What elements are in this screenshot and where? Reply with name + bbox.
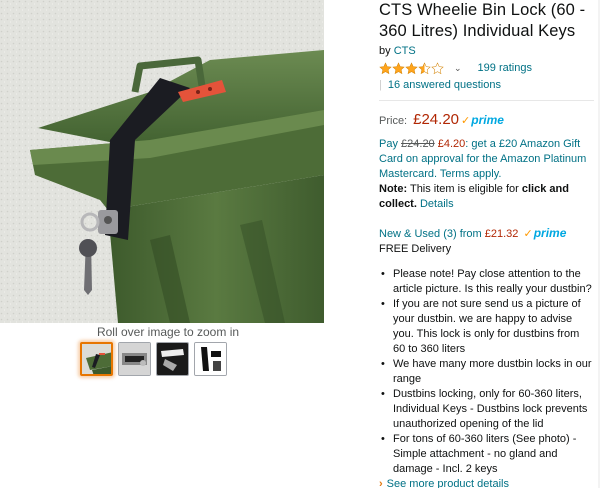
product-title: CTS Wheelie Bin Lock (60 - 360 Litres) I… <box>379 1 586 40</box>
promo-old-price: £24.20 <box>401 138 435 150</box>
by-label: by <box>379 45 391 57</box>
star-full-icon <box>379 61 392 74</box>
new-used-offer: New & Used (3) from £21.32 ✓ prime FREE D… <box>379 226 594 257</box>
star-full-icon <box>392 61 405 74</box>
product-info-panel: CTS Wheelie Bin Lock (60 - 360 Litres) I… <box>379 0 594 488</box>
answered-questions-link[interactable]: 16 answered questions <box>388 79 501 91</box>
star-half-icon <box>418 61 431 74</box>
ratings-count-link[interactable]: 199 ratings <box>478 62 532 74</box>
byline: by CTS <box>379 45 594 57</box>
promo-pay: Pay <box>379 138 398 150</box>
feature-bullet: If you are not sure send us a picture of… <box>381 297 594 357</box>
thumbnail-2[interactable] <box>118 342 151 376</box>
wheelie-bin-photo <box>0 0 324 323</box>
thumbnail-strip <box>80 342 227 376</box>
thumbnail-4[interactable] <box>194 342 227 376</box>
main-product-image[interactable] <box>0 0 324 323</box>
bin-thumbnail-image <box>82 344 111 374</box>
price-value: £24.20 <box>413 111 460 128</box>
prime-check-icon: ✓ <box>523 228 533 240</box>
feature-bullet: We have many more dustbin locks in our r… <box>381 357 594 387</box>
used-prime-badge: ✓ prime <box>523 226 567 240</box>
chevron-down-icon[interactable]: ⌄ <box>454 63 462 74</box>
new-used-link[interactable]: New & Used (3) from <box>379 228 482 240</box>
qa-row: | 16 answered questions <box>379 79 594 91</box>
feature-bullet: Please note! Pay close attention to the … <box>381 267 594 297</box>
prime-badge: ✓ prime <box>461 113 504 127</box>
rating-row: ⌄ 199 ratings <box>379 61 594 75</box>
star-rating[interactable] <box>379 61 444 75</box>
lock-detail-thumbnail-image <box>157 343 188 375</box>
brand-link[interactable]: CTS <box>394 45 416 57</box>
click-collect-note: Note: This item is eligible for click an… <box>379 182 594 212</box>
star-full-icon <box>405 61 418 74</box>
prime-check-icon: ✓ <box>461 115 471 127</box>
star-empty-icon <box>431 61 444 74</box>
price-row: Price: £24.20 ✓ prime <box>379 111 594 128</box>
feature-bullet: For tons of 60-360 liters (See photo) - … <box>381 432 594 477</box>
credit-card-promo[interactable]: Pay £24.20 £4.20: get a £20 Amazon Gift … <box>379 137 594 182</box>
feature-bullet: Dustbins locking, only for 60-360 liters… <box>381 387 594 432</box>
see-more-details-link[interactable]: › See more product details <box>379 478 594 488</box>
thumbnail-1[interactable] <box>80 342 113 376</box>
zoom-hint: Roll over image to zoom in <box>96 325 240 339</box>
note-text: This item is eligible for <box>409 183 519 195</box>
chevron-right-icon: › <box>379 478 383 488</box>
strap-thumbnail-image <box>195 343 226 375</box>
feature-bullets: Please note! Pay close attention to the … <box>381 267 594 477</box>
free-delivery: FREE Delivery <box>379 243 452 255</box>
note-label: Note: <box>379 183 408 195</box>
promo-new-price: £4.20 <box>437 138 466 150</box>
divider <box>379 100 594 101</box>
used-price: £21.32 <box>484 228 519 240</box>
details-link[interactable]: Details <box>420 198 454 210</box>
price-label: Price: <box>379 115 408 127</box>
lock-thumbnail-image <box>119 343 150 375</box>
qa-separator: | <box>379 79 382 91</box>
thumbnail-3[interactable] <box>156 342 189 376</box>
